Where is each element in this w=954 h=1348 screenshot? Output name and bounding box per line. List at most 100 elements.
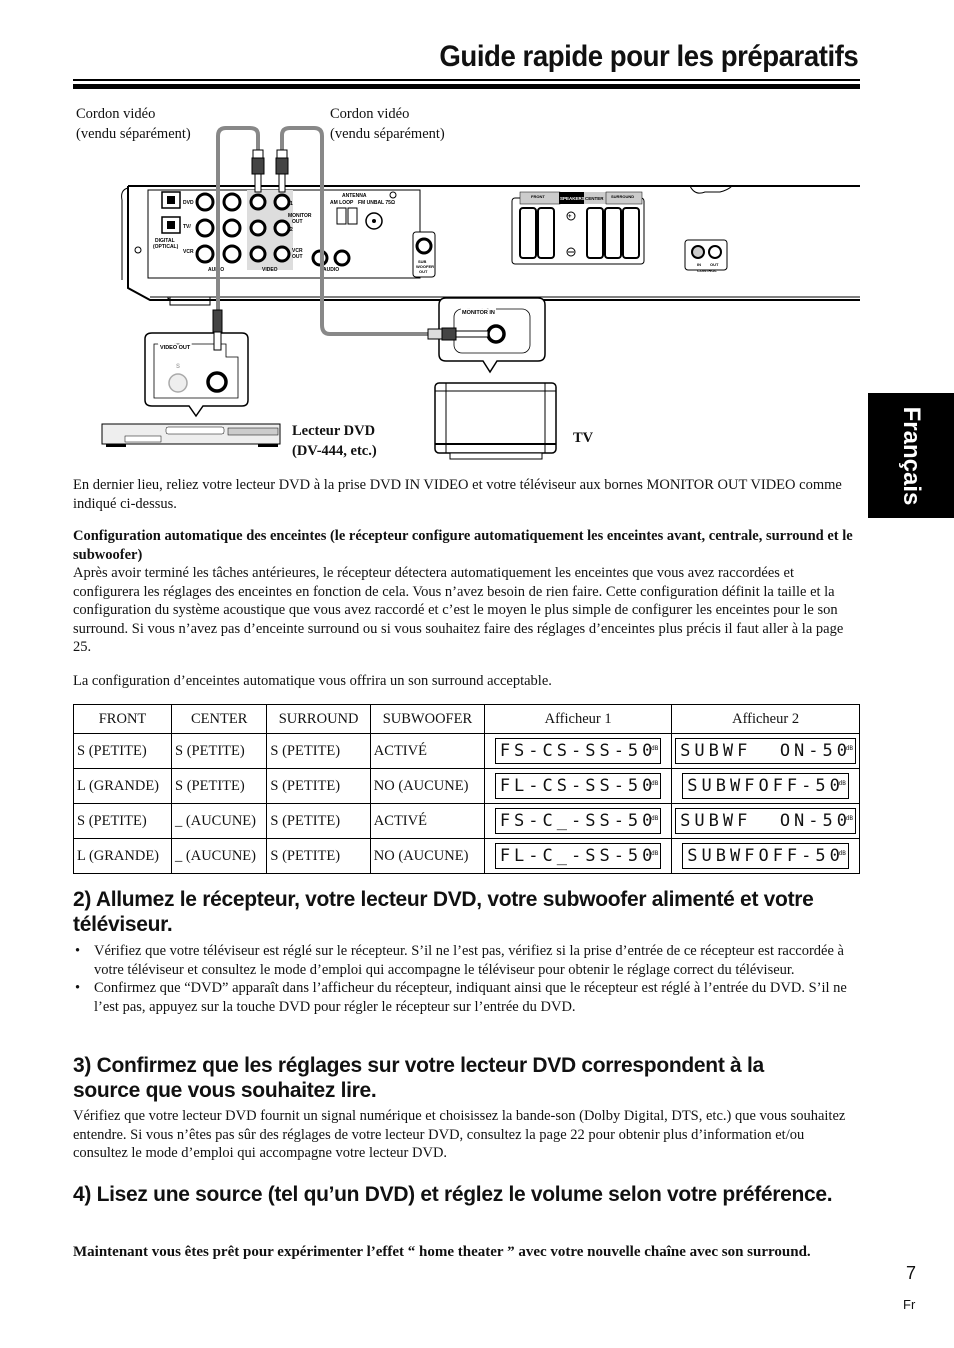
dvd-video-out-jack-icon [206, 371, 228, 393]
lcd-unit: dB [845, 815, 853, 822]
cell-surround: S (PETITE) [266, 803, 371, 839]
lcd-text: SUBWF ON-50 [680, 811, 851, 831]
table-row: L (GRANDE) _ (AUCUNE) S (PETITE) NO (AUC… [72, 838, 860, 874]
connection-diagram: DVD TV/ DIGITAL (OPTICAL) VCR 1 MONITOR … [101, 126, 860, 460]
cell-front: S (PETITE) [72, 803, 173, 839]
svg-text:SPEAKERS: SPEAKERS [560, 196, 585, 201]
col-header-surround: SURROUND [266, 704, 371, 734]
col-header-center: CENTER [171, 704, 268, 734]
intro-paragraph: En dernier lieu, reliez votre lecteur DV… [73, 477, 842, 512]
svg-text:CENTER: CENTER [585, 196, 604, 201]
lcd-text: FL-CS-SS-50 [499, 776, 657, 796]
cell-surround: S (PETITE) [266, 768, 371, 804]
col-header-display2: Afficheur 2 [671, 704, 860, 734]
lcd-display-1: FL-C_-SS-50 dB [494, 843, 662, 869]
svg-text:2: 2 [290, 227, 293, 233]
svg-text:FM UNBAL 75Ω: FM UNBAL 75Ω [358, 200, 395, 206]
monitor-in-jack-icon [486, 324, 506, 344]
step3-body: Vérifiez que votre lecteur DVD fournit u… [73, 1108, 846, 1161]
lcd-unit: dB [651, 745, 659, 752]
svg-text:IN: IN [697, 262, 701, 267]
svg-text:1: 1 [290, 201, 293, 207]
step4-closing: Maintenant vous êtes prêt pour expérimen… [73, 1244, 811, 1260]
svg-text:S: S [176, 364, 180, 370]
svg-text:OUT: OUT [710, 262, 719, 267]
col-header-display1: Afficheur 1 [484, 704, 673, 734]
lcd-unit: dB [845, 745, 853, 752]
svg-text:SURROUND: SURROUND [611, 194, 634, 199]
svg-text:DVD: DVD [183, 200, 194, 206]
cell-center: _ (AUCUNE) [171, 803, 268, 839]
lcd-display-1: FS-C_-SS-50 dB [494, 808, 662, 834]
lcd-display-1: FS-CS-SS-50 dB [494, 738, 662, 764]
table-header-row: FRONT CENTER SURROUND SUBWOOFER Afficheu… [72, 704, 860, 734]
col-header-front: FRONT [72, 704, 173, 734]
svg-text:ANTENNA: ANTENNA [342, 193, 367, 199]
cell-subwoofer: ACTIVÉ [369, 803, 486, 839]
auto-config-note: La configuration d’enceintes automatique… [73, 673, 552, 689]
cell-front: L (GRANDE) [72, 768, 173, 804]
svg-text:AM LOOP: AM LOOP [330, 200, 354, 206]
cell-surround: S (PETITE) [266, 838, 371, 874]
tv-icon [434, 382, 557, 460]
s-video-jack-icon [168, 373, 188, 393]
dvd-video-out-callout: VIDEO OUT VIDEO OUT S [144, 309, 249, 418]
cell-front: L (GRANDE) [72, 838, 173, 874]
svg-text:OUT: OUT [419, 269, 428, 274]
step2-bullets: Vérifiez que votre téléviseur est réglé … [73, 942, 858, 1016]
dvd-player [101, 423, 281, 447]
svg-text:MONITOR IN: MONITOR IN [462, 310, 495, 316]
lcd-text: FS-CS-SS-50 [499, 741, 657, 761]
tv-monitor-in-callout: MONITOR IN MONITOR IN [427, 297, 546, 374]
video-cable-right [280, 126, 430, 336]
svg-text:OUT: OUT [292, 254, 303, 260]
auto-config-body: Après avoir terminé les tâches antérieur… [73, 565, 844, 655]
list-item: Vérifiez que votre téléviseur est réglé … [73, 942, 858, 979]
cell-subwoofer: ACTIVÉ [369, 733, 486, 769]
speaker-config-table: FRONT CENTER SURROUND SUBWOOFER Afficheu… [72, 704, 860, 874]
receiver-rear-panel: DVD TV/ DIGITAL (OPTICAL) VCR 1 MONITOR … [121, 185, 860, 306]
lcd-text: FL-C_-SS-50 [499, 846, 657, 866]
table-row: L (GRANDE) S (PETITE) S (PETITE) NO (AUC… [72, 768, 860, 804]
svg-text:CONTROL: CONTROL [697, 268, 717, 273]
svg-text:OUT: OUT [292, 219, 303, 225]
list-item: Confirmez que “DVD” apparaît dans l’affi… [73, 979, 858, 1016]
svg-text:VIDEO OUT: VIDEO OUT [160, 345, 191, 351]
table-row: S (PETITE) _ (AUCUNE) S (PETITE) ACTIVÉ … [72, 803, 860, 839]
lcd-unit: dB [651, 815, 659, 822]
auto-config-heading: Configuration automatique des enceintes … [73, 528, 853, 563]
auto-config-section: Configuration automatique des enceintes … [73, 527, 853, 657]
cell-subwoofer: NO (AUCUNE) [369, 838, 486, 874]
page-number: 7 [906, 1263, 917, 1283]
col-header-subwoofer: SUBWOOFER [369, 704, 486, 734]
cell-center: S (PETITE) [171, 733, 268, 769]
lcd-text: SUBWF ON-50 [680, 741, 851, 761]
lcd-display-2: SUBWF ON-50 dB [675, 808, 856, 834]
cell-center: S (PETITE) [171, 768, 268, 804]
lcd-unit: dB [651, 780, 659, 787]
step4-heading: 4) Lisez une source (tel qu’un DVD) et r… [73, 1183, 833, 1206]
svg-text:(OPTICAL): (OPTICAL) [153, 244, 179, 250]
lcd-text: SUBWFOFF-50 [687, 846, 844, 866]
step2-heading: 2) Allumez le récepteur, votre lecteur D… [73, 888, 814, 936]
lcd-display-1: FL-CS-SS-50 dB [494, 773, 662, 799]
svg-text:AUDIO: AUDIO [323, 267, 339, 273]
cell-subwoofer: NO (AUCUNE) [369, 768, 486, 804]
svg-text:VIDEO: VIDEO [262, 267, 278, 273]
svg-text:VCR: VCR [183, 249, 194, 255]
lcd-unit: dB [651, 850, 659, 857]
page-language-code: Fr [903, 1297, 916, 1312]
svg-text:TV/: TV/ [183, 224, 191, 230]
lcd-text: SUBWFOFF-50 [687, 776, 844, 796]
svg-text:+: + [568, 214, 572, 220]
svg-text:FRONT: FRONT [531, 194, 545, 199]
lcd-unit: dB [838, 780, 846, 787]
lcd-text: FS-C_-SS-50 [499, 811, 657, 831]
lcd-display-2: SUBWF ON-50 dB [675, 738, 856, 764]
cell-front: S (PETITE) [72, 733, 173, 769]
step3-heading: 3) Confirmez que les réglages sur votre … [73, 1054, 764, 1102]
lcd-display-2: SUBWFOFF-50 dB [682, 773, 849, 799]
cell-center: _ (AUCUNE) [171, 838, 268, 874]
lcd-unit: dB [838, 850, 846, 857]
table-row: S (PETITE) S (PETITE) S (PETITE) ACTIVÉ … [72, 733, 860, 769]
